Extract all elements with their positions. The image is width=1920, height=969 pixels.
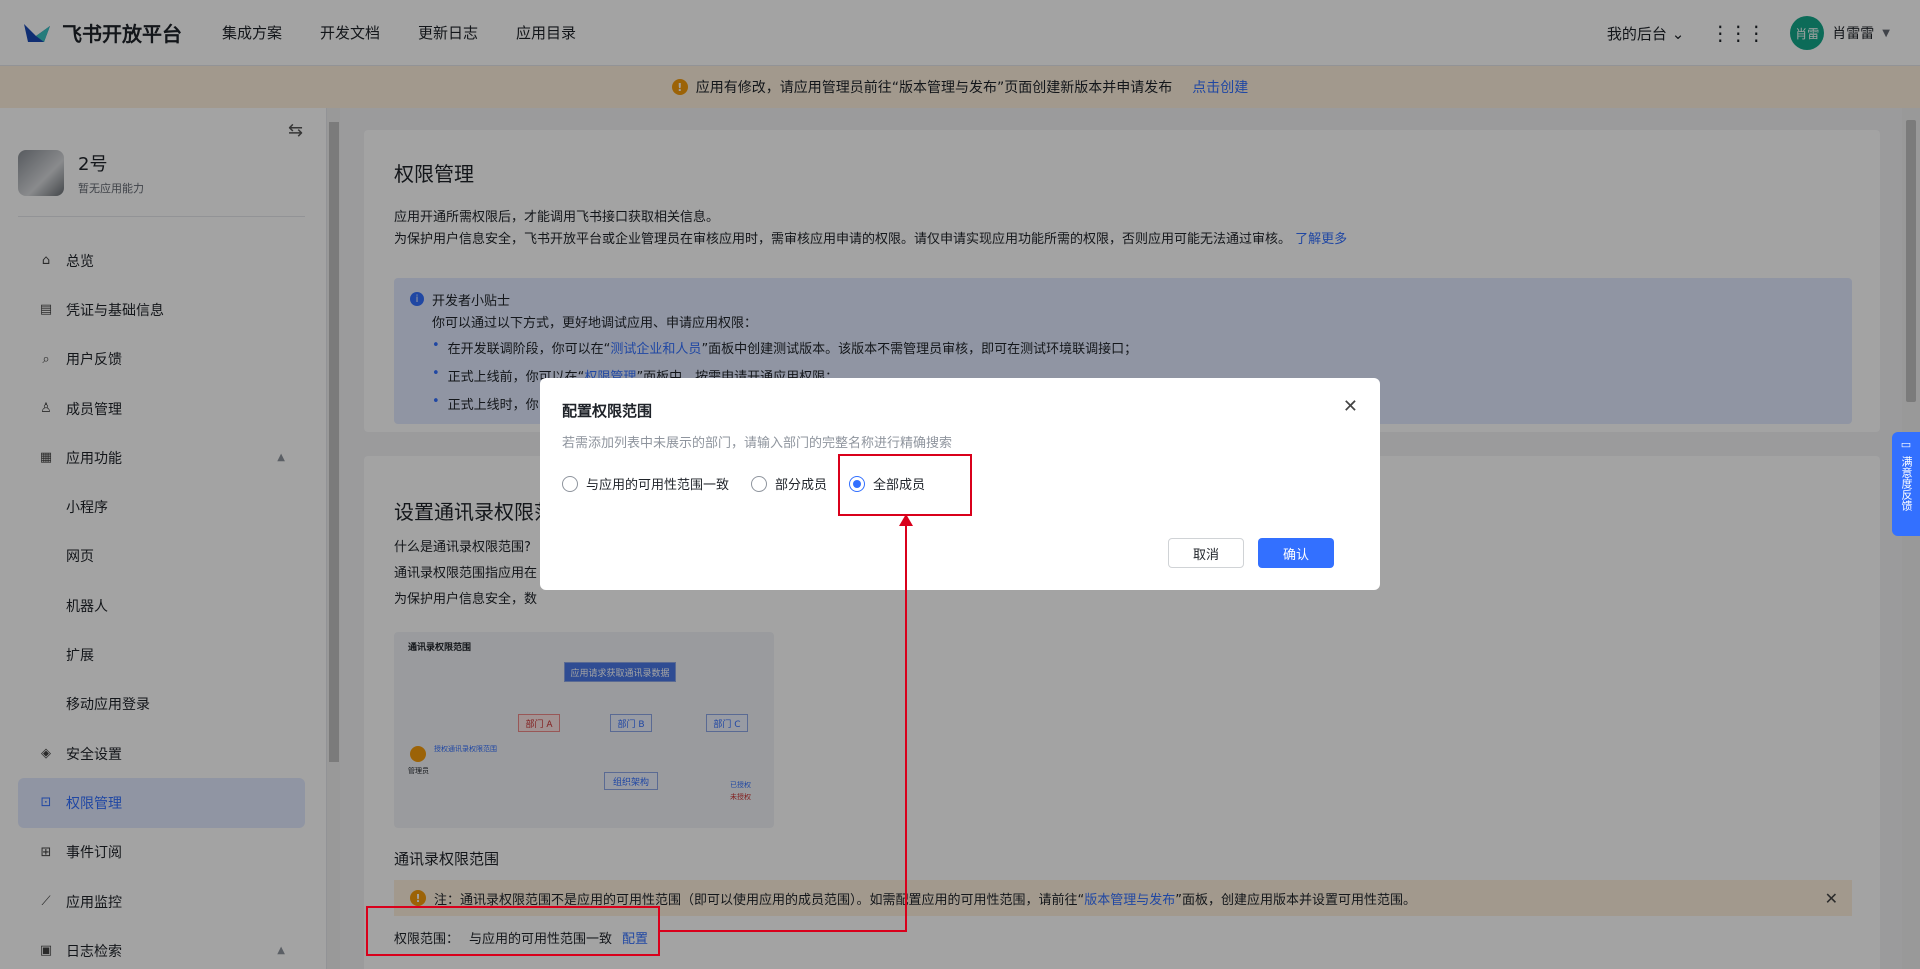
cancel-button[interactable]: 取消 xyxy=(1168,538,1244,568)
radio-partial-members[interactable]: 部分成员 xyxy=(751,474,827,493)
chat-icon: ▭ xyxy=(1900,438,1912,451)
modal-title: 配置权限范围 xyxy=(562,402,653,420)
radio-label: 部分成员 xyxy=(775,478,828,493)
highlight-scope-row xyxy=(366,906,660,956)
radio-label: 与应用的可用性范围一致 xyxy=(586,478,730,493)
confirm-button[interactable]: 确认 xyxy=(1258,538,1334,568)
radio-same-as-availability[interactable]: 与应用的可用性范围一致 xyxy=(562,474,729,493)
radio-circle[interactable] xyxy=(751,475,768,492)
modal-desc: 若需添加列表中未展示的部门，请输入部门的完整名称进行精确搜索 xyxy=(562,436,953,451)
radio-circle[interactable] xyxy=(562,475,578,492)
feedback-tab[interactable]: ▭ 满意度反馈 xyxy=(1892,432,1920,536)
feedback-label: 满意度反馈 xyxy=(1900,456,1913,511)
highlight-all-members xyxy=(838,454,972,516)
close-icon[interactable]: ✕ xyxy=(1343,396,1358,417)
